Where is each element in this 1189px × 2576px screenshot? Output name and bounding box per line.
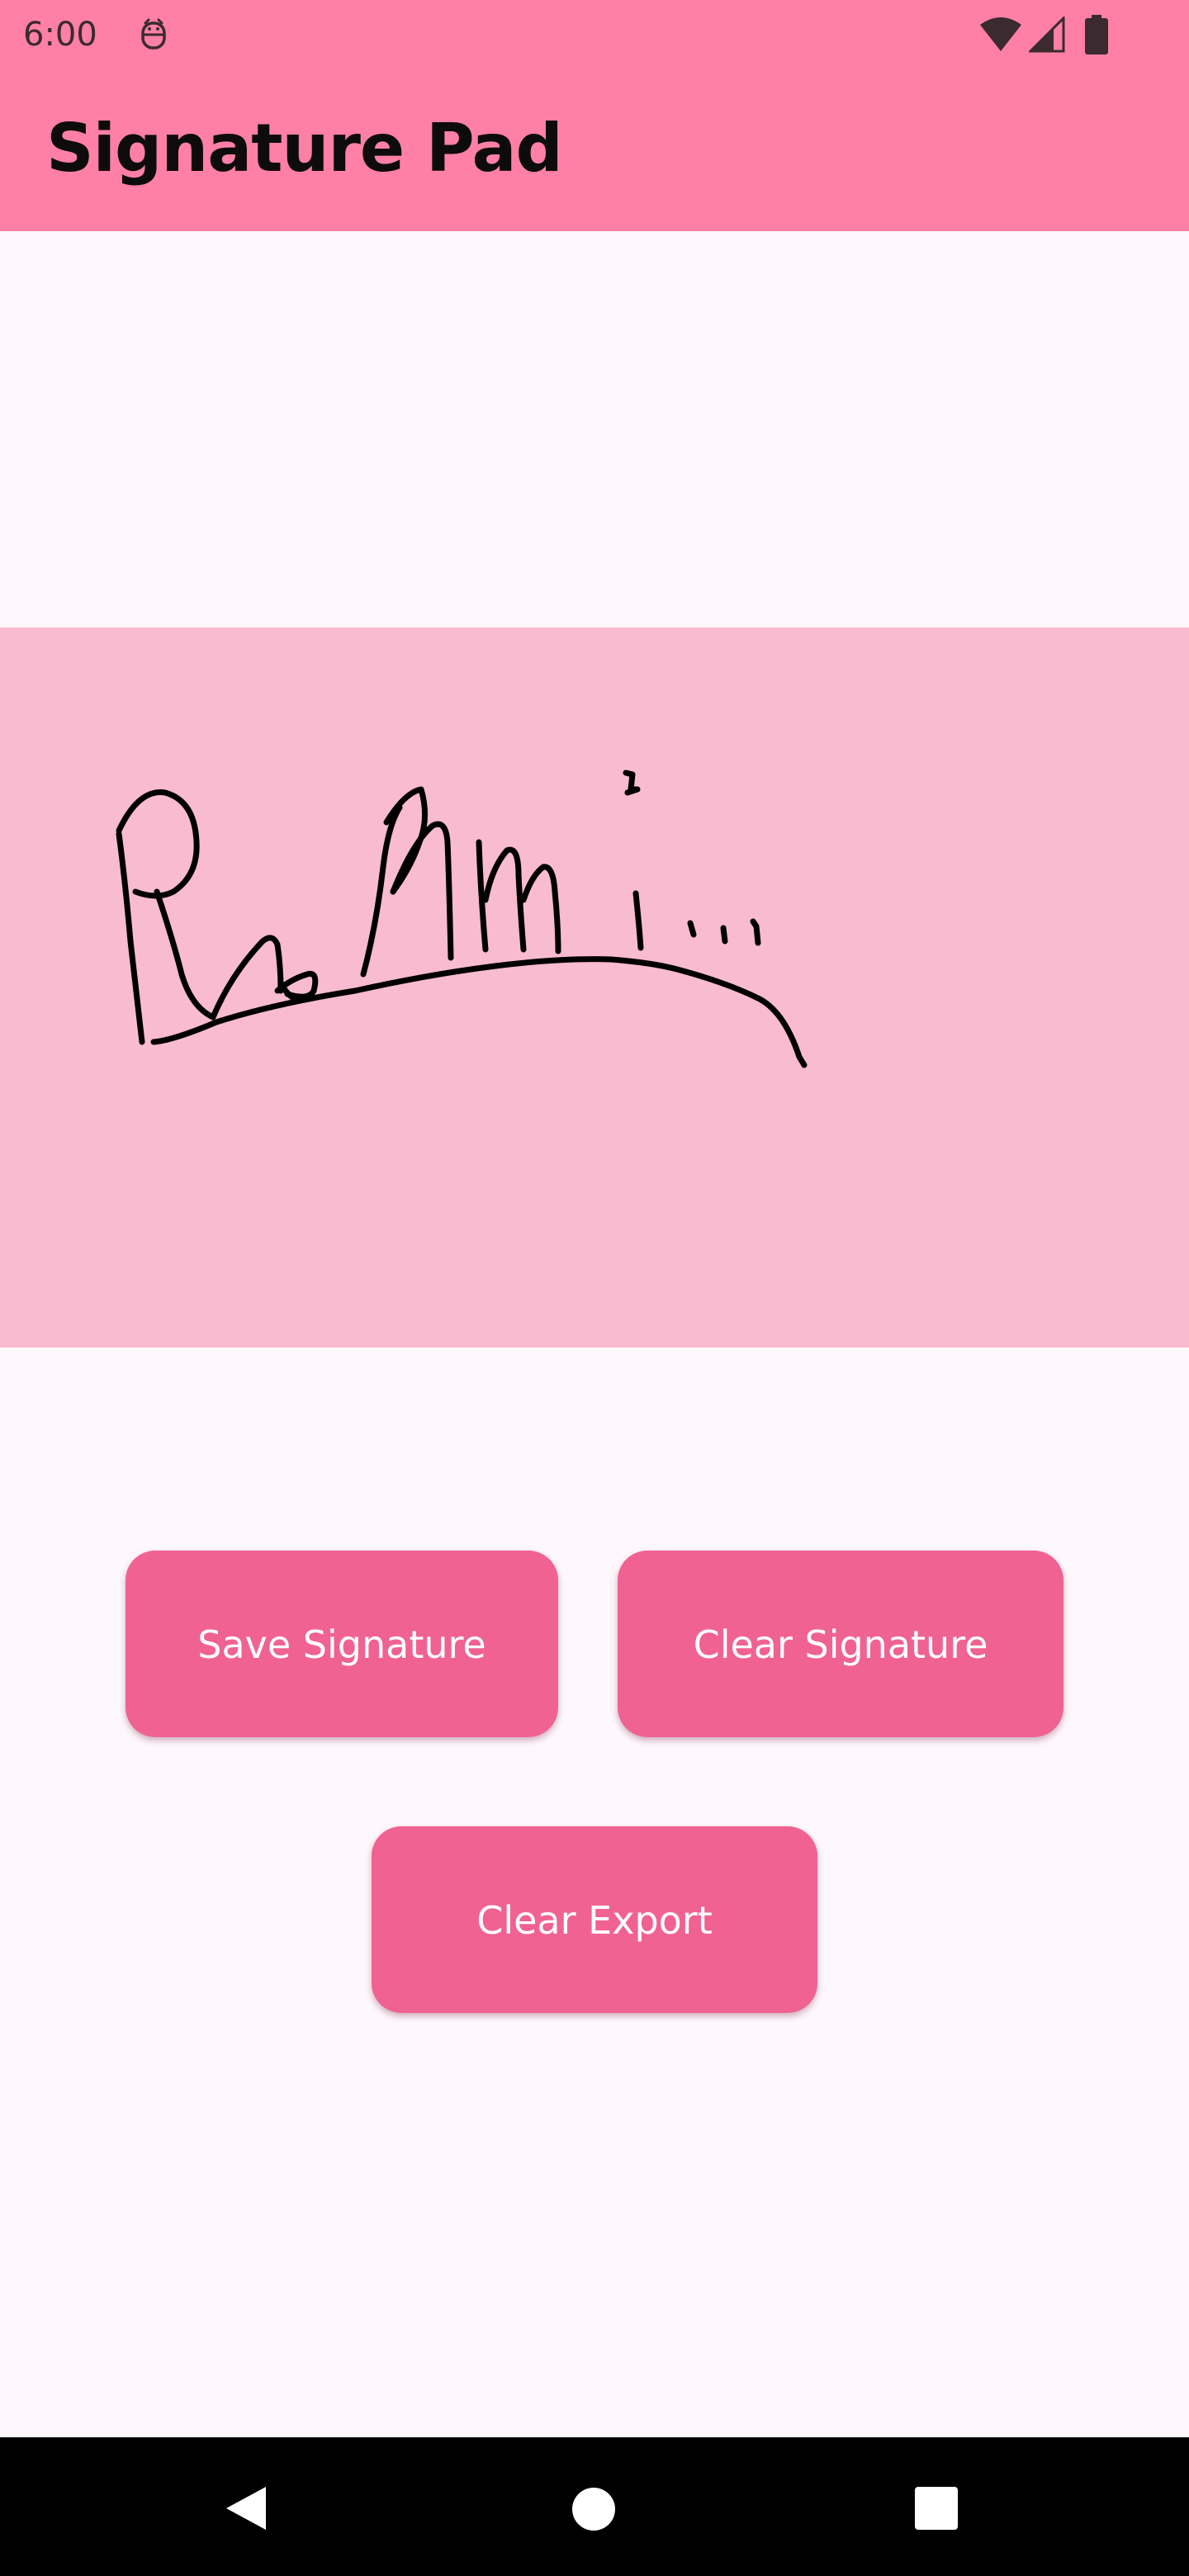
battery-icon — [1085, 15, 1108, 54]
wifi-icon — [980, 17, 1021, 51]
page-title: Signature Pad — [46, 110, 563, 187]
status-bar: 6:00 — [0, 0, 1189, 69]
status-time: 6:00 — [23, 16, 97, 54]
cellular-signal-icon — [1029, 17, 1065, 53]
app-bar: Signature Pad — [0, 69, 1189, 231]
back-icon[interactable] — [223, 2484, 269, 2533]
signature-canvas[interactable] — [0, 627, 1189, 1347]
signature-drawing — [116, 769, 808, 1068]
home-icon[interactable] — [571, 2487, 616, 2531]
navigation-bar — [0, 2437, 1189, 2576]
recents-icon[interactable] — [915, 2487, 958, 2530]
clear-export-button[interactable]: Clear Export — [372, 1826, 817, 2013]
save-signature-button[interactable]: Save Signature — [126, 1551, 558, 1737]
clear-signature-button[interactable]: Clear Signature — [618, 1551, 1063, 1737]
debug-icon — [141, 18, 166, 50]
